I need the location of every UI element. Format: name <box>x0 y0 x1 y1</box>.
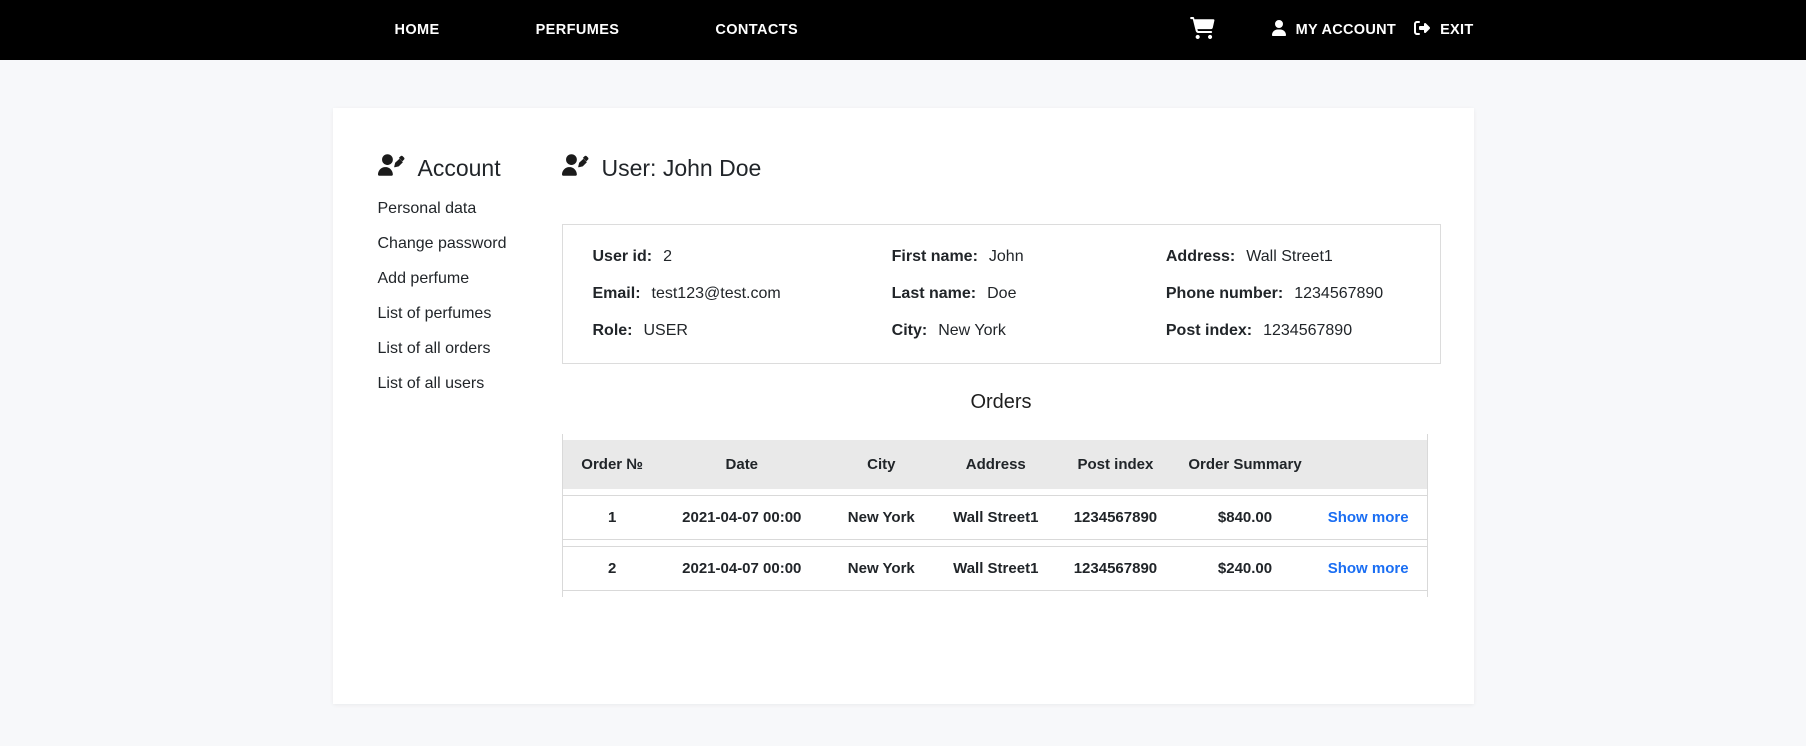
column-post-index: Post index <box>1050 440 1181 489</box>
order-no-cell: 2 <box>562 546 662 591</box>
sidebar-title-label: Account <box>417 154 501 181</box>
sidebar-menu: Personal data Change password Add perfum… <box>378 200 562 393</box>
sidebar-item-list-of-all-users: List of all users <box>378 375 562 393</box>
order-date-cell: 2021-04-07 00:00 <box>661 546 822 591</box>
field-label: Email: <box>592 285 641 302</box>
nav-right-group: MY ACCOUNT EXIT <box>1189 16 1474 44</box>
cart-button[interactable] <box>1189 16 1215 44</box>
field-value: USER <box>643 322 688 339</box>
sidebar-link-list-of-all-orders[interactable]: List of all orders <box>378 340 491 357</box>
column-order-summary: Order Summary <box>1180 440 1310 489</box>
exit-link[interactable]: EXIT <box>1413 20 1473 40</box>
order-row: 2 2021-04-07 00:00 New York Wall Street1… <box>562 546 1427 591</box>
my-account-label: MY ACCOUNT <box>1295 22 1397 38</box>
nav-link-contacts[interactable]: CONTACTS <box>715 22 798 38</box>
column-order-no: Order № <box>562 440 662 489</box>
sidebar-link-list-of-all-users[interactable]: List of all users <box>378 375 485 392</box>
orders-table-header: Order № Date City Address Post index Ord… <box>562 440 1427 489</box>
user-info-panel: User id: 2 Email: test123@test.com Role: US… <box>561 224 1441 364</box>
field-user-id: User id: 2 <box>593 248 892 266</box>
order-no-cell: 1 <box>562 495 662 540</box>
field-value: 1234567890 <box>1263 322 1353 339</box>
field-label: Role: <box>592 322 633 339</box>
my-account-link[interactable]: MY ACCOUNT <box>1271 20 1396 40</box>
order-city-cell: New York <box>821 546 941 591</box>
field-value: 2 <box>663 248 672 265</box>
nav-container: HOME PERFUMES CONTACTS MY ACCOUNT EXIT <box>333 16 1474 44</box>
sidebar-item-add-perfume: Add perfume <box>378 270 562 288</box>
user-detail-section: User: John Doe User id: 2 Email: test123@t… <box>561 108 1474 704</box>
field-label: First name: <box>891 248 978 265</box>
order-summary-cell: $840.00 <box>1180 495 1310 540</box>
nav-links: HOME PERFUMES CONTACTS <box>333 22 799 38</box>
order-action-cell: Show more <box>1309 546 1427 591</box>
field-address: Address: Wall Street1 <box>1166 248 1424 266</box>
field-role: Role: USER <box>593 322 892 340</box>
nav-link-home[interactable]: HOME <box>395 22 440 38</box>
shopping-cart-icon <box>1189 16 1215 44</box>
user-icon <box>1271 20 1287 40</box>
field-city: City: New York <box>892 322 1166 340</box>
field-value: test123@test.com <box>651 285 781 302</box>
field-first-name: First name: John <box>892 248 1166 266</box>
orders-title: Orders <box>970 391 1032 413</box>
header-row: Order № Date City Address Post index Ord… <box>562 440 1427 489</box>
field-label: Phone number: <box>1165 285 1284 302</box>
sidebar-item-list-of-all-orders: List of all orders <box>378 340 562 358</box>
sidebar-link-list-of-perfumes[interactable]: List of perfumes <box>378 305 492 322</box>
account-sidebar: Account Personal data Change password Ad… <box>333 108 562 704</box>
order-address-cell: Wall Street1 <box>940 546 1051 591</box>
field-label: Address: <box>1165 248 1236 265</box>
sidebar-item-list-of-perfumes: List of perfumes <box>378 305 562 323</box>
sidebar-item-change-password: Change password <box>378 235 562 253</box>
sidebar-title: Account <box>377 154 562 182</box>
sign-out-icon <box>1413 20 1431 40</box>
field-label: Last name: <box>891 285 977 302</box>
page-title: User: John Doe <box>561 154 1441 182</box>
field-label: User id: <box>592 248 653 265</box>
column-city: City <box>821 440 941 489</box>
orders-table: Order № Date City Address Post index Ord… <box>561 434 1428 597</box>
order-date-cell: 2021-04-07 00:00 <box>661 495 822 540</box>
field-last-name: Last name: Doe <box>892 285 1166 303</box>
field-value: John <box>988 248 1024 265</box>
field-email: Email: test123@test.com <box>593 285 892 303</box>
order-action-cell: Show more <box>1309 495 1427 540</box>
orders-table-body: 1 2021-04-07 00:00 New York Wall Street1… <box>562 495 1427 591</box>
field-value: 1234567890 <box>1294 285 1384 302</box>
sidebar-item-personal-data: Personal data <box>378 200 562 218</box>
sidebar-link-change-password[interactable]: Change password <box>378 235 507 252</box>
field-phone-number: Phone number: 1234567890 <box>1166 285 1424 303</box>
field-value: Wall Street1 <box>1246 248 1333 265</box>
column-date: Date <box>661 440 822 489</box>
column-action <box>1309 440 1427 489</box>
show-more-link[interactable]: Show more <box>1328 509 1409 526</box>
field-value: New York <box>938 322 1006 339</box>
column-address: Address <box>940 440 1051 489</box>
account-card: Account Personal data Change password Ad… <box>332 108 1474 704</box>
order-post-index-cell: 1234567890 <box>1050 495 1181 540</box>
order-summary-cell: $240.00 <box>1180 546 1310 591</box>
page-title-label: User: John Doe <box>601 154 762 181</box>
order-row: 1 2021-04-07 00:00 New York Wall Street1… <box>562 495 1427 540</box>
field-label: City: <box>891 322 928 339</box>
user-edit-icon <box>561 154 589 182</box>
field-label: Post index: <box>1165 322 1253 339</box>
order-post-index-cell: 1234567890 <box>1050 546 1181 591</box>
show-more-link[interactable]: Show more <box>1328 560 1409 577</box>
sidebar-link-personal-data[interactable]: Personal data <box>378 200 477 217</box>
order-city-cell: New York <box>821 495 941 540</box>
order-address-cell: Wall Street1 <box>940 495 1051 540</box>
sidebar-link-add-perfume[interactable]: Add perfume <box>378 270 470 287</box>
field-value: Doe <box>987 285 1017 302</box>
user-edit-icon <box>377 154 405 182</box>
field-post-index: Post index: 1234567890 <box>1166 322 1424 340</box>
top-navbar: HOME PERFUMES CONTACTS MY ACCOUNT EXIT <box>0 0 1806 60</box>
nav-link-perfumes[interactable]: PERFUMES <box>536 22 620 38</box>
exit-label: EXIT <box>1440 22 1474 38</box>
